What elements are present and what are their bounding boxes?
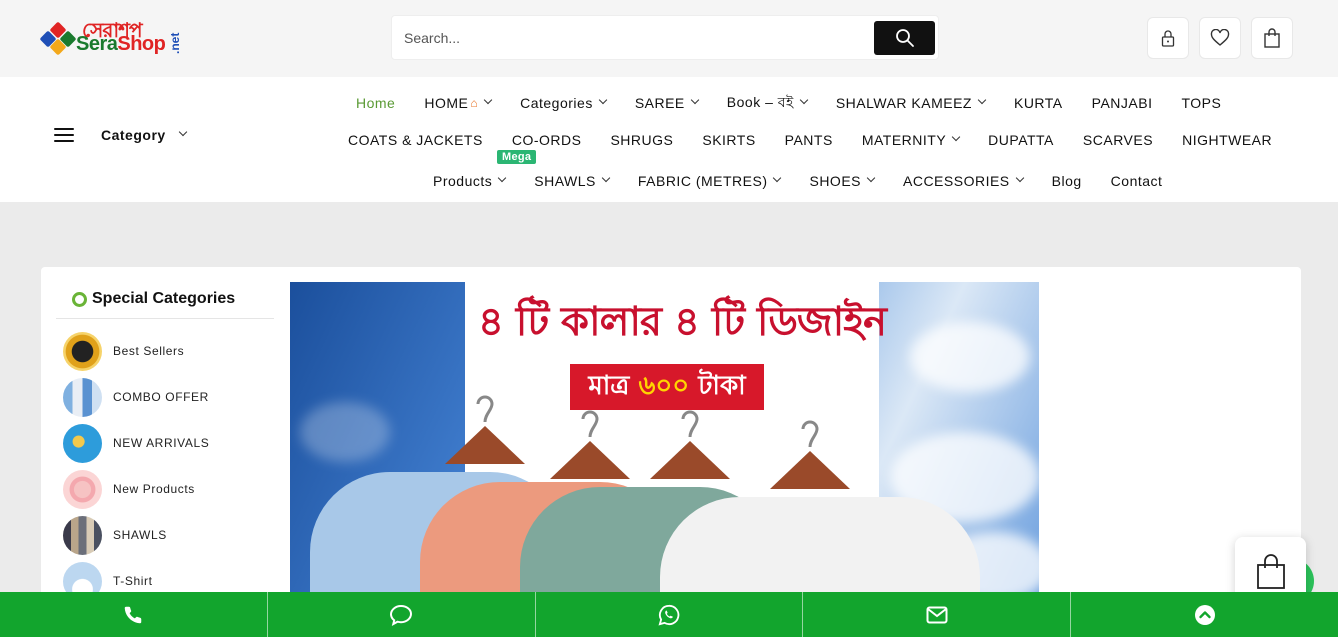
nav-item-co-ords[interactable]: CO-ORDS xyxy=(512,132,582,148)
best-sellers-badge-icon xyxy=(63,331,102,371)
email-button[interactable] xyxy=(803,592,1072,637)
mail-icon xyxy=(926,606,948,623)
special-category-new-arrivals[interactable]: NEW ARRIVALS xyxy=(63,423,209,463)
wishlist-button[interactable] xyxy=(1199,17,1241,59)
whatsapp-button[interactable] xyxy=(536,592,804,637)
chevron-down-icon xyxy=(498,173,507,183)
scroll-top-button[interactable] xyxy=(1071,592,1338,637)
scroll-top-icon xyxy=(1194,604,1215,625)
category-menu-label: Category xyxy=(101,127,166,143)
divider xyxy=(56,318,274,319)
nav-item-nightwear[interactable]: NIGHTWEAR xyxy=(1182,132,1272,148)
chevron-down-icon xyxy=(1015,173,1024,183)
heart-icon xyxy=(1210,29,1230,46)
nav-item-fabric[interactable]: FABRIC (METRES) xyxy=(638,173,782,189)
tshirt-white xyxy=(660,497,980,607)
nav-item-pants[interactable]: PANTS xyxy=(785,132,833,148)
nav-item-scarves[interactable]: SCARVES xyxy=(1083,132,1153,148)
chevron-down-icon xyxy=(601,173,611,183)
special-category-best-sellers[interactable]: Best Sellers xyxy=(63,331,184,371)
chevron-down-icon xyxy=(598,95,608,105)
nav-item-home-menu[interactable]: HOME ⌂ xyxy=(424,95,493,111)
nav-item-saree[interactable]: SAREE xyxy=(635,95,700,111)
chevron-down-icon xyxy=(483,95,493,105)
nav-item-maternity[interactable]: MATERNITY xyxy=(862,132,961,148)
hamburger-icon xyxy=(54,128,74,142)
nav-item-shawls[interactable]: SHAWLS xyxy=(534,173,611,189)
nav-item-products[interactable]: Mega Products xyxy=(433,150,537,189)
nav-item-shrugs[interactable]: SHRUGS xyxy=(610,132,673,148)
mega-badge: Mega xyxy=(497,150,537,164)
nav-row-2: COATS & JACKETS CO-ORDS SHRUGS SKIRTS PA… xyxy=(348,132,1272,148)
new-products-thumbnail xyxy=(63,469,102,509)
chevron-down-icon xyxy=(866,173,876,183)
logo-diamonds-icon xyxy=(39,21,77,56)
nav-item-book[interactable]: Book – বই xyxy=(727,91,809,115)
phone-icon xyxy=(125,606,142,623)
house-icon: ⌂ xyxy=(470,96,479,110)
shopping-bag-icon xyxy=(1256,553,1285,589)
main-navigation: Category Home HOME ⌂ Categories SAREE Boo… xyxy=(0,77,1338,202)
chevron-down-icon xyxy=(799,95,809,105)
nav-item-accessories[interactable]: ACCESSORIES xyxy=(903,173,1024,189)
logo-text-net: .net xyxy=(168,32,182,54)
hanger-icon xyxy=(650,410,730,479)
special-category-combo-offer[interactable]: COMBO OFFER xyxy=(63,377,209,417)
banner-headline: ৪ টি কালার ৪ টি ডিজাইন xyxy=(478,299,887,345)
hanger-icon xyxy=(770,420,850,489)
nav-item-coats-jackets[interactable]: COATS & JACKETS xyxy=(348,132,483,148)
chevron-down-icon xyxy=(178,127,187,137)
nav-item-tops[interactable]: TOPS xyxy=(1181,95,1221,111)
new-arrivals-thumbnail xyxy=(63,423,102,463)
whatsapp-icon xyxy=(658,604,680,625)
logo-text-english: SeraShop xyxy=(76,33,166,55)
banner-price-tag: মাত্র ৬০০ টাকা xyxy=(570,364,764,410)
nav-item-kurta[interactable]: KURTA xyxy=(1014,95,1063,111)
special-categories-heading: Special Categories xyxy=(72,290,235,308)
hanger-icon xyxy=(445,395,525,464)
combo-offer-thumbnail xyxy=(63,377,102,417)
site-logo[interactable]: সেরাশপ SeraShop .net xyxy=(39,18,182,60)
nav-row-3: Mega Products SHAWLS FABRIC (METRES) SHOE… xyxy=(433,150,1163,189)
top-header: সেরাশপ SeraShop .net xyxy=(0,0,1338,77)
search-button[interactable] xyxy=(874,21,935,55)
cart-button[interactable] xyxy=(1251,17,1293,59)
chevron-down-icon xyxy=(773,173,782,183)
chat-icon xyxy=(390,604,413,626)
nav-item-dupatta[interactable]: DUPATTA xyxy=(988,132,1054,148)
special-category-new-products[interactable]: New Products xyxy=(63,469,195,509)
category-menu-toggle[interactable]: Category xyxy=(54,127,187,143)
chevron-down-icon xyxy=(977,95,987,105)
account-button[interactable] xyxy=(1147,17,1189,59)
chevron-down-icon xyxy=(690,95,700,105)
circle-bullet-icon xyxy=(72,291,87,307)
hanger-icon xyxy=(550,410,630,479)
search-input[interactable] xyxy=(392,16,872,59)
shawls-thumbnail xyxy=(63,515,102,555)
search-bar xyxy=(391,15,939,60)
bottom-action-bar xyxy=(0,592,1338,637)
call-button[interactable] xyxy=(0,592,268,637)
nav-item-shalwar-kameez[interactable]: SHALWAR KAMEEZ xyxy=(836,95,987,111)
nav-item-skirts[interactable]: SKIRTS xyxy=(702,132,755,148)
search-icon xyxy=(895,29,914,47)
nav-item-categories[interactable]: Categories xyxy=(520,95,608,111)
shopping-bag-icon xyxy=(1264,28,1280,48)
nav-item-home[interactable]: Home xyxy=(356,95,395,111)
special-category-shawls[interactable]: SHAWLS xyxy=(63,515,167,555)
chat-button[interactable] xyxy=(268,592,536,637)
nav-item-contact[interactable]: Contact xyxy=(1111,173,1163,189)
nav-item-blog[interactable]: Blog xyxy=(1052,173,1082,189)
nav-item-panjabi[interactable]: PANJABI xyxy=(1092,95,1153,111)
lock-icon xyxy=(1161,30,1175,47)
chevron-down-icon xyxy=(951,132,961,142)
nav-item-shoes[interactable]: SHOES xyxy=(809,173,876,189)
promo-banner[interactable]: ৪ টি কালার ৪ টি ডিজাইন মাত্র ৬০০ টাকা xyxy=(290,282,1039,607)
nav-row-1: Home HOME ⌂ Categories SAREE Book – বই SH… xyxy=(356,91,1221,115)
